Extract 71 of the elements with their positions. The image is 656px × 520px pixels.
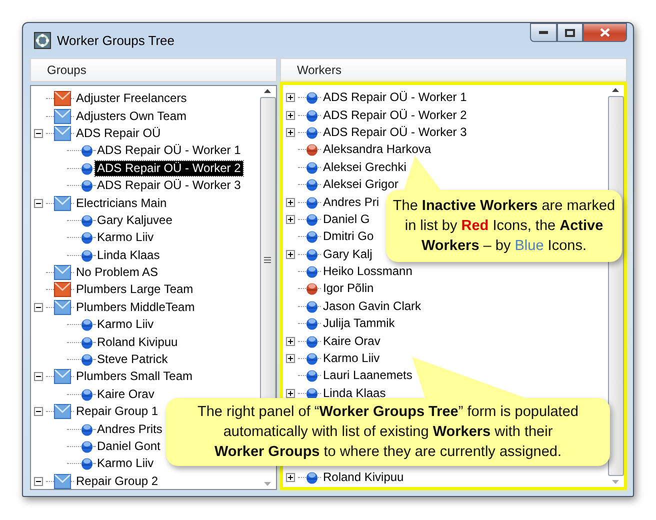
collapse-icon[interactable] <box>34 128 43 138</box>
worker-name[interactable]: ADS Repair OÜ - Worker 1 <box>321 90 469 106</box>
collapse-icon[interactable] <box>34 198 43 208</box>
collapse-icon[interactable] <box>34 372 43 382</box>
group-name[interactable]: Plumbers Large Team <box>74 282 196 298</box>
group-name[interactable]: Repair Group 1 <box>74 404 160 420</box>
expand-icon[interactable] <box>286 336 295 346</box>
minimize-button[interactable] <box>530 23 557 42</box>
worker-name[interactable]: Kaire Orav <box>95 386 156 402</box>
maximize-button[interactable] <box>557 23 583 42</box>
collapse-icon[interactable] <box>34 407 43 416</box>
expand-icon[interactable] <box>286 388 295 398</box>
group-name[interactable]: ADS Repair OÜ <box>74 126 163 141</box>
worker-name[interactable]: Gary Kaljuvee <box>95 212 174 228</box>
worker-name[interactable]: ADS Repair OÜ - Worker 2 <box>321 108 469 123</box>
worker-name[interactable]: Roland Kivipuu <box>321 470 406 485</box>
worker-name[interactable]: Aleksei Grechki <box>321 160 408 175</box>
worker-name[interactable]: Karmo Liiv <box>95 230 156 246</box>
minimize-icon <box>539 31 548 34</box>
group-name[interactable]: Plumbers Small Team <box>74 369 194 384</box>
worker-name[interactable]: Heiko Lossmann <box>321 264 414 280</box>
worker-name[interactable]: ADS Repair OÜ - Worker 2 <box>95 160 243 176</box>
group-name[interactable]: Electricians Main <box>74 196 169 211</box>
worker-name[interactable]: Karmo Liiv <box>95 456 156 472</box>
worker-name[interactable]: ADS Repair OÜ - Worker 3 <box>321 124 469 140</box>
worker-name[interactable]: Karmo Liiv <box>321 351 382 366</box>
group-name[interactable]: No Problem AS <box>74 265 160 280</box>
worker-name[interactable]: ADS Repair OÜ - Worker 1 <box>95 143 243 158</box>
worker-name[interactable]: Karmo Liiv <box>95 317 156 332</box>
worker-name[interactable]: Roland Kivipuu <box>95 334 180 350</box>
worker-name[interactable]: Daniel G <box>321 212 372 227</box>
worker-name[interactable]: Lauri Laanemets <box>321 368 414 384</box>
group-name[interactable]: Repair Group 2 <box>74 474 160 489</box>
group-name[interactable]: Plumbers MiddleTeam <box>74 300 197 315</box>
worker-name[interactable]: Dmitri Go <box>321 229 376 244</box>
worker-name[interactable]: Kaire Orav <box>321 334 382 349</box>
scroll-up-icon[interactable] <box>264 89 271 93</box>
worker-name[interactable]: ADS Repair OÜ - Worker 3 <box>95 178 243 194</box>
expand-icon[interactable] <box>286 472 295 482</box>
worker-name[interactable]: Aleksandra Harkova <box>321 142 434 158</box>
worker-name[interactable]: Jason Gavin Clark <box>321 298 424 314</box>
expand-icon[interactable] <box>286 250 295 259</box>
expand-icon[interactable] <box>286 110 295 120</box>
close-icon <box>600 28 610 37</box>
expand-icon[interactable] <box>286 93 295 102</box>
expand-icon[interactable] <box>286 354 295 364</box>
worker-name[interactable]: Steve Patrick <box>95 352 170 368</box>
close-button[interactable] <box>583 23 627 42</box>
worker-name[interactable]: Gary Kalj <box>321 246 374 262</box>
collapse-icon[interactable] <box>34 476 43 486</box>
scroll-up-icon[interactable] <box>612 88 619 92</box>
worker-name[interactable]: Daniel Gont <box>95 439 162 454</box>
maximize-icon <box>565 28 575 36</box>
column-header[interactable]: Workers <box>280 58 627 82</box>
worker-name[interactable]: Linda Klaas <box>321 386 388 401</box>
worker-name[interactable]: Andres Pri <box>321 194 382 210</box>
app-icon <box>34 32 51 49</box>
group-name[interactable]: Adjuster Freelancers <box>74 91 189 106</box>
group-name[interactable]: Adjusters Own Team <box>74 108 188 124</box>
worker-name[interactable]: Andres Prits <box>95 422 164 437</box>
worker-name[interactable]: Igor Põlin <box>321 281 376 296</box>
expand-icon[interactable] <box>286 214 295 224</box>
window-title: Worker Groups Tree <box>57 33 176 48</box>
worker-name[interactable]: Aleksei Grigor <box>321 177 400 192</box>
worker-name[interactable]: Julija Tammik <box>321 316 397 332</box>
expand-icon[interactable] <box>286 198 295 207</box>
grip-icon <box>264 256 271 262</box>
column-header[interactable]: Groups <box>30 58 277 82</box>
worker-name[interactable]: Linda Klaas <box>95 248 162 263</box>
collapse-icon[interactable] <box>34 302 43 312</box>
expand-icon[interactable] <box>286 128 295 137</box>
